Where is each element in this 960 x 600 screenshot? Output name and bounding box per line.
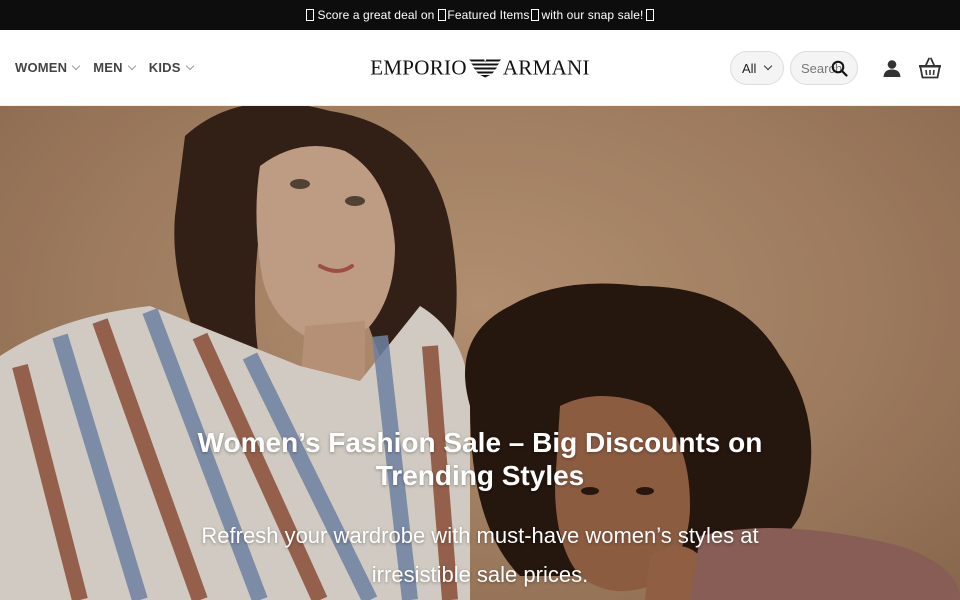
nav-item-kids[interactable]: KIDS <box>148 60 194 75</box>
chevron-down-icon <box>185 61 194 70</box>
category-select[interactable]: All <box>730 51 784 85</box>
brand-logo[interactable]: EMPORIO ARMANI <box>370 55 590 80</box>
nav-item-label: WOMEN <box>15 60 68 75</box>
main-nav: WOMEN MEN KIDS <box>15 60 194 75</box>
category-selected-value: All <box>742 60 757 76</box>
chevron-down-icon <box>72 61 81 70</box>
site-header: WOMEN MEN KIDS EMPORIO ARMANI All <box>0 30 960 106</box>
emoji-placeholder-icon <box>530 9 539 21</box>
search-icon[interactable] <box>831 60 848 77</box>
basket-icon <box>919 57 941 79</box>
announcement-text-1: Score a great deal on <box>317 8 435 22</box>
emoji-placeholder-icon <box>305 9 314 21</box>
logo-text-left: EMPORIO <box>370 55 467 79</box>
emoji-placeholder-icon <box>646 9 655 21</box>
search-box <box>790 51 858 85</box>
header-actions: All <box>730 30 946 106</box>
announcement-text-3: with our snap sale! <box>541 8 644 22</box>
emoji-placeholder-icon <box>438 9 447 21</box>
announcement-bar: Score a great deal on Featured Items wit… <box>0 0 960 30</box>
cart-button[interactable] <box>914 51 946 85</box>
nav-item-women[interactable]: WOMEN <box>15 60 81 75</box>
chevron-down-icon <box>127 61 137 70</box>
hero-banner: Women’s Fashion Sale – Big Discounts on … <box>0 106 960 600</box>
nav-item-label: MEN <box>93 60 123 75</box>
announcement-link[interactable]: Featured Items <box>447 8 529 22</box>
eagle-logo-icon <box>468 59 501 78</box>
chevron-down-icon <box>764 61 773 71</box>
logo-text-right: ARMANI <box>502 55 590 79</box>
hero-title: Women’s Fashion Sale – Big Discounts on … <box>197 427 763 491</box>
user-icon <box>883 60 901 77</box>
account-button[interactable] <box>876 51 908 85</box>
nav-item-men[interactable]: MEN <box>93 60 137 75</box>
nav-item-label: KIDS <box>148 60 181 75</box>
hero-subtitle: Refresh your wardrobe with must-have wom… <box>201 523 759 587</box>
